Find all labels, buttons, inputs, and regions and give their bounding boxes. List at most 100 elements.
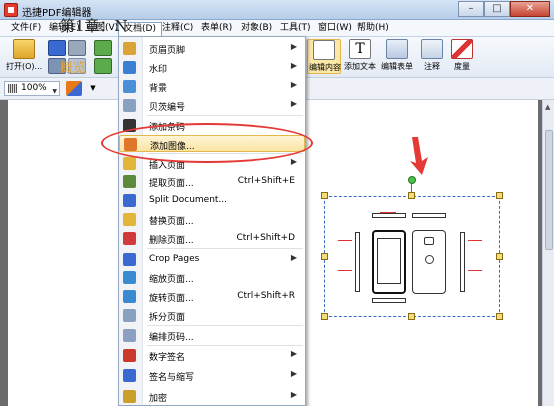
edit-form-label: 编辑表单: [381, 62, 413, 71]
add-text-button[interactable]: T 添加文本: [343, 39, 377, 72]
resize-handle-s[interactable]: [408, 313, 415, 320]
open-button[interactable]: 打开(O)...: [6, 39, 42, 72]
zoom-select[interactable]: 100% ▼: [4, 81, 60, 96]
menu-item-sign-initials[interactable]: 签名与缩写 ▶: [119, 367, 305, 384]
measure-icon: [451, 39, 473, 59]
bates-icon: [123, 99, 136, 112]
menu-item-label: 签名与缩写: [149, 373, 195, 383]
close-button[interactable]: ✕: [510, 1, 550, 17]
menu-item-label: 加密: [149, 394, 168, 404]
submenu-arrow-icon: ▶: [290, 157, 297, 166]
chapter-heading: 第1章：N: [60, 17, 128, 35]
highlight-ellipse-annotation: [101, 123, 313, 163]
menu-item-encrypt[interactable]: 加密 ▶: [119, 388, 305, 405]
fill-color-icon[interactable]: [66, 81, 82, 96]
phone-bottom-view: [372, 298, 406, 303]
menu-window[interactable]: 窗口(W): [313, 22, 357, 36]
phone-side-view: [460, 232, 465, 292]
menu-item-shortcut: Ctrl+Shift+D: [236, 233, 295, 243]
resize-handle-e[interactable]: [496, 253, 503, 260]
menu-item-label: 旋转页面...: [149, 294, 194, 304]
chevron-down-icon[interactable]: ▼: [88, 83, 98, 93]
menu-item-label: Split Document...: [149, 195, 228, 205]
menu-help[interactable]: 帮助(H): [352, 22, 394, 36]
menu-item-label: 删除页面...: [149, 236, 194, 246]
menu-item-bates[interactable]: 贝茨编号 ▶: [119, 97, 305, 114]
menu-item-replace-page[interactable]: 替换页面...: [119, 211, 305, 228]
dimension-line: [468, 240, 482, 241]
minimize-button[interactable]: –: [458, 1, 484, 17]
rotate-page-icon: [123, 290, 136, 303]
forward-icon[interactable]: [94, 58, 112, 74]
menu-separator: [147, 345, 303, 346]
scroll-up-icon[interactable]: ▲: [545, 103, 550, 111]
scrollbar-thumb[interactable]: [545, 130, 553, 250]
menu-item-header-footer[interactable]: 页眉页脚 ▶: [119, 40, 305, 57]
split-document-icon: [123, 194, 136, 207]
menu-item-page-numbering[interactable]: 编排页码...: [119, 327, 305, 344]
phone-back-view: [412, 230, 446, 294]
edit-form-button[interactable]: 编辑表单: [380, 39, 414, 72]
overview-heading: 概览: [60, 61, 87, 76]
encrypt-icon: [123, 390, 136, 403]
menu-item-label: 提取页面...: [149, 179, 194, 189]
menu-item-split-page[interactable]: 拆分页面: [119, 307, 305, 324]
fingerprint-icon: [425, 255, 434, 264]
resize-handle-nw[interactable]: [321, 192, 328, 199]
rotate-handle[interactable]: [408, 176, 416, 184]
menu-item-label: 替换页面...: [149, 217, 194, 227]
menu-item-split-document[interactable]: Split Document...: [119, 192, 305, 209]
vertical-scrollbar[interactable]: ▲: [542, 100, 554, 406]
menu-form[interactable]: 表单(R): [196, 22, 237, 36]
menu-item-resize-page[interactable]: 缩放页面...: [119, 269, 305, 286]
edit-content-button[interactable]: 编辑内容: [307, 39, 341, 74]
measure-button[interactable]: 度量: [450, 39, 474, 72]
resize-handle-ne[interactable]: [496, 192, 503, 199]
menu-item-shortcut: Ctrl+Shift+R: [237, 291, 295, 301]
submenu-arrow-icon: ▶: [290, 349, 297, 358]
add-text-icon: T: [349, 39, 371, 59]
phone-screen: [377, 238, 401, 284]
phone-side-view: [355, 232, 360, 292]
edit-form-icon: [386, 39, 408, 59]
menu-item-label: 背景: [149, 84, 168, 94]
chevron-down-icon: ▼: [52, 88, 57, 95]
menu-file[interactable]: 文件(F): [6, 22, 46, 36]
dimension-line: [380, 212, 396, 213]
submenu-arrow-icon: ▶: [290, 42, 297, 51]
menu-item-extract-page[interactable]: 提取页面... Ctrl+Shift+E: [119, 173, 305, 190]
menu-object[interactable]: 对象(B): [236, 22, 277, 36]
menu-item-shortcut: Ctrl+Shift+E: [237, 176, 295, 186]
resize-handle-w[interactable]: [321, 253, 328, 260]
menu-item-watermark[interactable]: 水印 ▶: [119, 59, 305, 76]
resize-handle-n[interactable]: [408, 192, 415, 199]
menu-comment[interactable]: 注释(C): [157, 22, 198, 36]
menu-item-label: Crop Pages: [149, 254, 200, 264]
dimension-line: [468, 270, 482, 271]
edit-content-label: 编辑内容: [309, 63, 341, 72]
menu-item-background[interactable]: 背景 ▶: [119, 78, 305, 95]
document-menu-dropdown: 页眉页脚 ▶ 水印 ▶ 背景 ▶ 贝茨编号 ▶ 添加条码 添加图像... 插入页面 ▶ 提取页面... C…: [118, 36, 306, 406]
save-icon[interactable]: [48, 40, 66, 56]
comment-button[interactable]: 注释: [420, 39, 444, 72]
split-page-icon: [123, 309, 136, 322]
submenu-arrow-icon: ▶: [290, 253, 297, 262]
menu-item-label: 编排页码...: [149, 333, 194, 343]
camera-icon: [424, 237, 434, 245]
open-folder-icon: [13, 39, 35, 59]
menu-item-delete-page[interactable]: 删除页面... Ctrl+Shift+D: [119, 230, 305, 247]
watermark-icon: [123, 61, 136, 74]
menu-tools[interactable]: 工具(T): [275, 22, 316, 36]
resize-page-icon: [123, 271, 136, 284]
maximize-button[interactable]: □: [484, 1, 510, 17]
print-icon[interactable]: [68, 40, 86, 56]
menu-separator: [147, 248, 303, 249]
measure-label: 度量: [454, 62, 470, 71]
submenu-arrow-icon: ▶: [290, 80, 297, 89]
menu-item-crop-pages[interactable]: Crop Pages ▶: [119, 251, 305, 268]
menu-item-digital-signature[interactable]: 数字签名 ▶: [119, 347, 305, 364]
back-icon[interactable]: [94, 40, 112, 56]
resize-handle-sw[interactable]: [321, 313, 328, 320]
menu-item-rotate-page[interactable]: 旋转页面... Ctrl+Shift+R: [119, 288, 305, 305]
resize-handle-se[interactable]: [496, 313, 503, 320]
